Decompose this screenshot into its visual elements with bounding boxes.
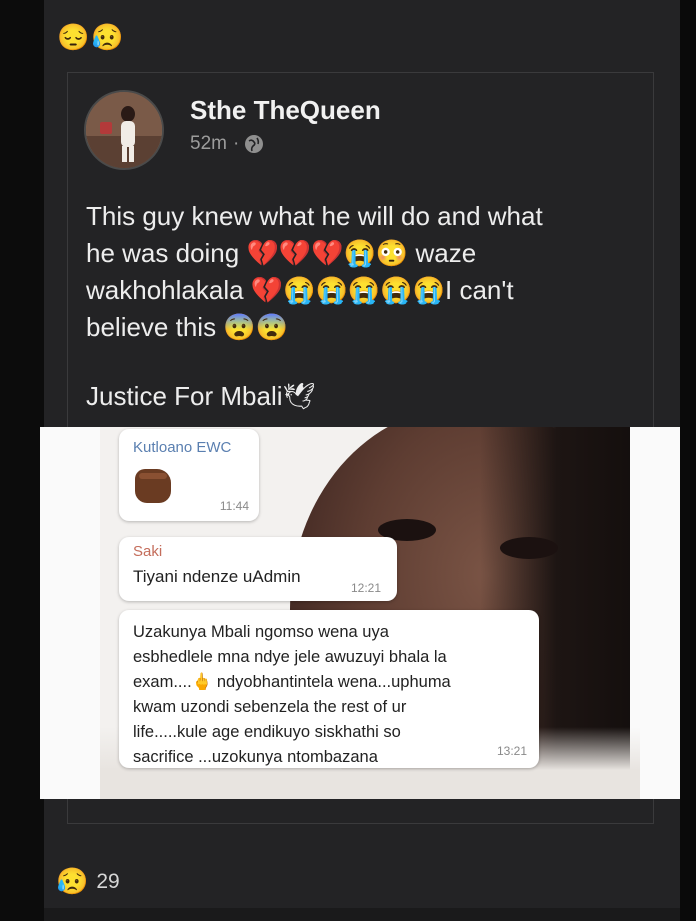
chat-message-line: Uzakunya Mbali ngomso wena uya [133,623,389,641]
fist-emoji-icon [135,469,171,503]
chat-sender-name: Saki [133,543,163,560]
action-bar-edge [44,908,680,921]
photo-eye-right [500,537,558,559]
post-author-name[interactable]: Sthe TheQueen [190,95,381,126]
chat-message-line: sacrifice ...uzokunya ntombazana [133,748,378,766]
chat-message: Uzakunya Mbali ngomso wena uya esbhedlel… [133,620,513,770]
chat-sender-name: Kutloano EWC [133,439,232,456]
chat-message-line: esbhedlele mna ndye jele awuzuyi bhala l… [133,648,447,666]
post-meta: 52m · [190,133,264,155]
meta-separator: · [232,133,240,154]
post-text-line: believe this 😨😨 [86,312,289,342]
reaction-count: 29 [96,869,120,893]
chat-bubble-kutloano: Kutloano EWC 11:44 [119,429,259,521]
post-text-line: he was doing 💔💔💔😭😳 waze [86,238,477,268]
comment-emojis: 😔😥 [57,22,126,52]
chat-bubble-message: Uzakunya Mbali ngomso wena uya esbhedlel… [119,610,539,768]
chat-message-line: exam....🖕 ndyobhantintela wena...uphuma [133,673,451,691]
reaction-summary[interactable]: 😥 29 [56,866,120,897]
chat-bubble-saki: Saki Tiyani ndenze uAdmin 12:21 [119,537,397,601]
globe-icon [245,135,264,153]
chat-timestamp: 12:21 [350,581,381,595]
photo-border-left [40,427,100,799]
avatar[interactable] [84,90,164,170]
sad-reaction-icon: 😥 [56,866,89,896]
chat-message-line: life.....kule age endikuyo siskhathi so [133,723,401,741]
post-time[interactable]: 52m [190,133,227,155]
post-hashtag-line: Justice For Mbali🕊 [86,381,316,411]
avatar-photo-icon [86,92,162,168]
chat-timestamp: 13:21 [496,744,527,758]
post-text: This guy knew what he will do and what h… [86,198,646,346]
post-text-line: This guy knew what he will do and what [86,201,543,231]
post-text-line: wakhohlakala 💔😭😭😭😭😭I can't [86,275,514,305]
chat-message: Tiyani ndenze uAdmin [133,567,301,586]
chat-message-line: kwam uzondi sebenzela the rest of ur [133,698,407,716]
post-photo[interactable]: Kutloano EWC 11:44 Saki Tiyani ndenze uA… [40,427,680,799]
chat-timestamp: 11:44 [219,499,249,513]
screen-edge [680,0,696,921]
